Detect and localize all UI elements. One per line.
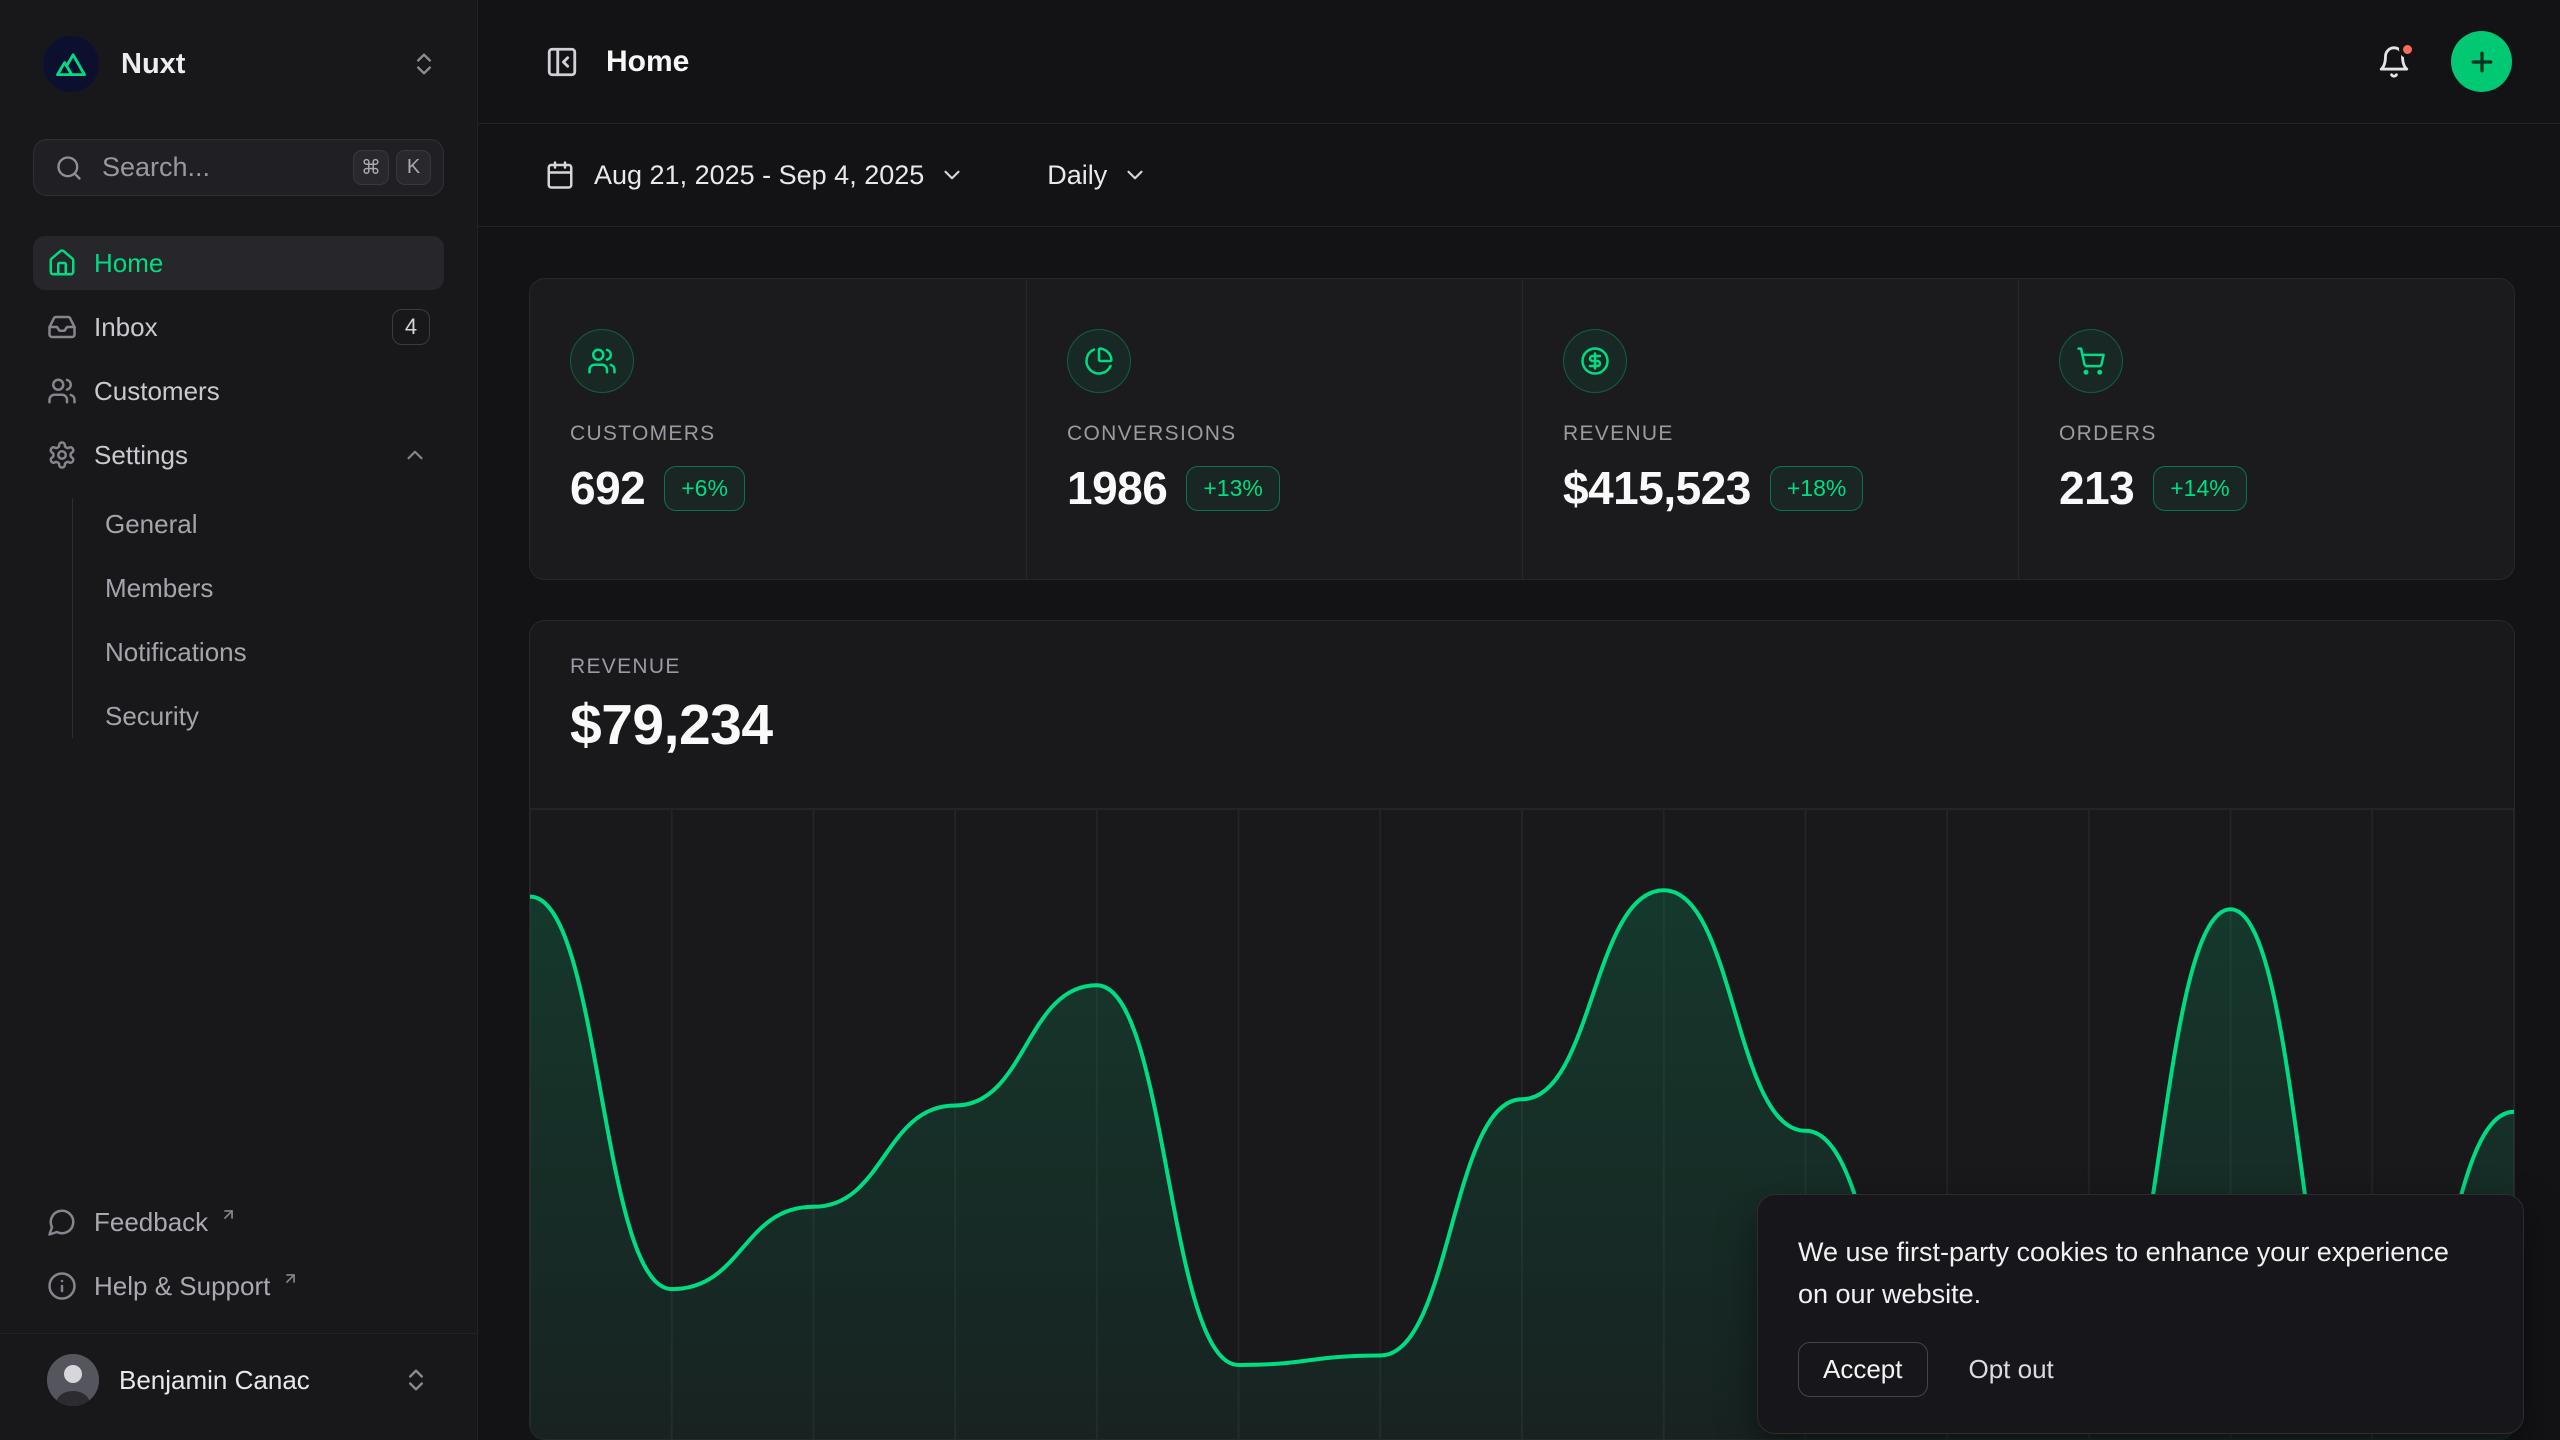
inbox-count-badge: 4 <box>392 309 430 345</box>
chart-pie-icon <box>1067 329 1131 393</box>
sidebar-item-label: Notifications <box>105 637 247 668</box>
chevron-down-icon <box>1122 162 1148 188</box>
revenue-chart-label: REVENUE <box>570 655 2474 679</box>
sidebar-item-customers[interactable]: Customers <box>33 364 444 418</box>
sidebar-item-security[interactable]: Security <box>105 684 444 748</box>
search-input[interactable]: Search... ⌘ K <box>33 139 444 196</box>
stat-card-orders[interactable]: ORDERS 213 +14% <box>2018 279 2514 579</box>
stat-card-revenue[interactable]: REVENUE $415,523 +18% <box>1522 279 2018 579</box>
sidebar-item-label: Members <box>105 573 213 604</box>
sidebar-item-label: Settings <box>94 440 400 471</box>
nuxt-mountains-icon <box>54 51 88 77</box>
plus-icon <box>2467 47 2497 77</box>
sidebar-item-settings[interactable]: Settings <box>33 428 444 482</box>
sidebar-item-home[interactable]: Home <box>33 236 444 290</box>
stat-delta-badge: +14% <box>2153 466 2246 511</box>
stat-label: ORDERS <box>2059 422 2474 446</box>
sidebar-item-members[interactable]: Members <box>105 556 444 620</box>
app-root: Nuxt Search... ⌘ K Home <box>0 0 2560 1440</box>
message-circle-icon <box>47 1207 77 1237</box>
help-support-link[interactable]: Help & Support <box>33 1259 444 1313</box>
stat-card-conversions[interactable]: CONVERSIONS 1986 +13% <box>1026 279 1522 579</box>
settings-subnav: General Members Notifications Security <box>33 492 444 748</box>
sidebar-nav: Home Inbox 4 Customers Settings <box>33 236 444 754</box>
sidebar-item-label: Inbox <box>94 312 392 343</box>
stat-card-customers[interactable]: CUSTOMERS 692 +6% <box>530 279 1026 579</box>
sidebar-item-label: Customers <box>94 376 430 407</box>
stat-value: 1986 <box>1067 461 1167 515</box>
stat-label: CONVERSIONS <box>1067 422 1482 446</box>
cookie-message: We use first-party cookies to enhance yo… <box>1798 1231 2483 1315</box>
add-button[interactable] <box>2451 31 2512 92</box>
stats-cards: CUSTOMERS 692 +6% CONVERSIONS 1986 +13% <box>529 278 2515 580</box>
stat-delta-badge: +18% <box>1770 466 1863 511</box>
feedback-link[interactable]: Feedback <box>33 1195 444 1249</box>
chevron-up-icon <box>400 440 430 470</box>
workspace-switcher[interactable]: Nuxt <box>33 33 444 95</box>
calendar-icon <box>545 160 575 190</box>
stat-value: 213 <box>2059 461 2134 515</box>
kbd-cmd: ⌘ <box>353 150 389 185</box>
stat-label: REVENUE <box>1563 422 1978 446</box>
search-placeholder: Search... <box>102 152 346 183</box>
sidebar-item-general[interactable]: General <box>105 492 444 556</box>
user-menu[interactable]: Benjamin Canac <box>33 1348 444 1412</box>
stat-value: $415,523 <box>1563 461 1751 515</box>
avatar <box>47 1354 99 1406</box>
page-title: Home <box>606 45 2377 79</box>
feedback-label: Feedback <box>94 1207 208 1238</box>
stat-value: 692 <box>570 461 645 515</box>
help-support-label: Help & Support <box>94 1271 270 1302</box>
sidebar-item-notifications[interactable]: Notifications <box>105 620 444 684</box>
users-icon <box>47 376 77 406</box>
workspace-name: Nuxt <box>121 48 410 81</box>
notification-dot <box>2399 41 2416 58</box>
kbd-k: K <box>396 150 431 185</box>
stat-delta-badge: +13% <box>1186 466 1279 511</box>
panel-left-close-icon[interactable] <box>545 45 579 79</box>
circle-dollar-icon <box>1563 329 1627 393</box>
chevrons-up-down-icon <box>402 1366 430 1394</box>
interval-select[interactable]: Daily <box>1047 160 1107 191</box>
sidebar-item-label: Home <box>94 248 430 279</box>
external-link-icon <box>213 1199 243 1229</box>
search-icon <box>55 154 83 182</box>
page-header: Home <box>478 0 2560 124</box>
opt-out-button[interactable]: Opt out <box>1969 1354 2054 1385</box>
sidebar: Nuxt Search... ⌘ K Home <box>0 0 478 1440</box>
filters-toolbar: Aug 21, 2025 - Sep 4, 2025 Daily <box>478 124 2560 227</box>
shopping-cart-icon <box>2059 329 2123 393</box>
stat-delta-badge: +6% <box>664 466 745 511</box>
stat-label: CUSTOMERS <box>570 422 986 446</box>
cookie-banner: We use first-party cookies to enhance yo… <box>1757 1194 2524 1434</box>
sidebar-item-label: Security <box>105 701 199 732</box>
accept-button[interactable]: Accept <box>1798 1342 1928 1397</box>
nuxt-logo <box>43 36 99 92</box>
sidebar-item-inbox[interactable]: Inbox 4 <box>33 300 444 354</box>
sidebar-footer: Feedback Help & Support <box>33 1195 444 1412</box>
chevrons-up-down-icon <box>410 50 438 78</box>
inbox-icon <box>47 312 77 342</box>
house-icon <box>47 248 77 278</box>
info-icon <box>47 1271 77 1301</box>
user-name: Benjamin Canac <box>119 1365 402 1396</box>
chevron-down-icon <box>939 162 965 188</box>
gear-icon <box>47 440 77 470</box>
sidebar-divider <box>0 1333 477 1334</box>
person-silhouette-icon <box>47 1354 99 1406</box>
subnav-guide-line <box>72 498 73 738</box>
users-icon <box>570 329 634 393</box>
date-range-picker[interactable]: Aug 21, 2025 - Sep 4, 2025 <box>594 160 924 191</box>
external-link-icon <box>275 1263 305 1293</box>
sidebar-item-label: General <box>105 509 198 540</box>
revenue-chart-total: $79,234 <box>570 692 2474 758</box>
notifications-button[interactable] <box>2377 45 2411 79</box>
